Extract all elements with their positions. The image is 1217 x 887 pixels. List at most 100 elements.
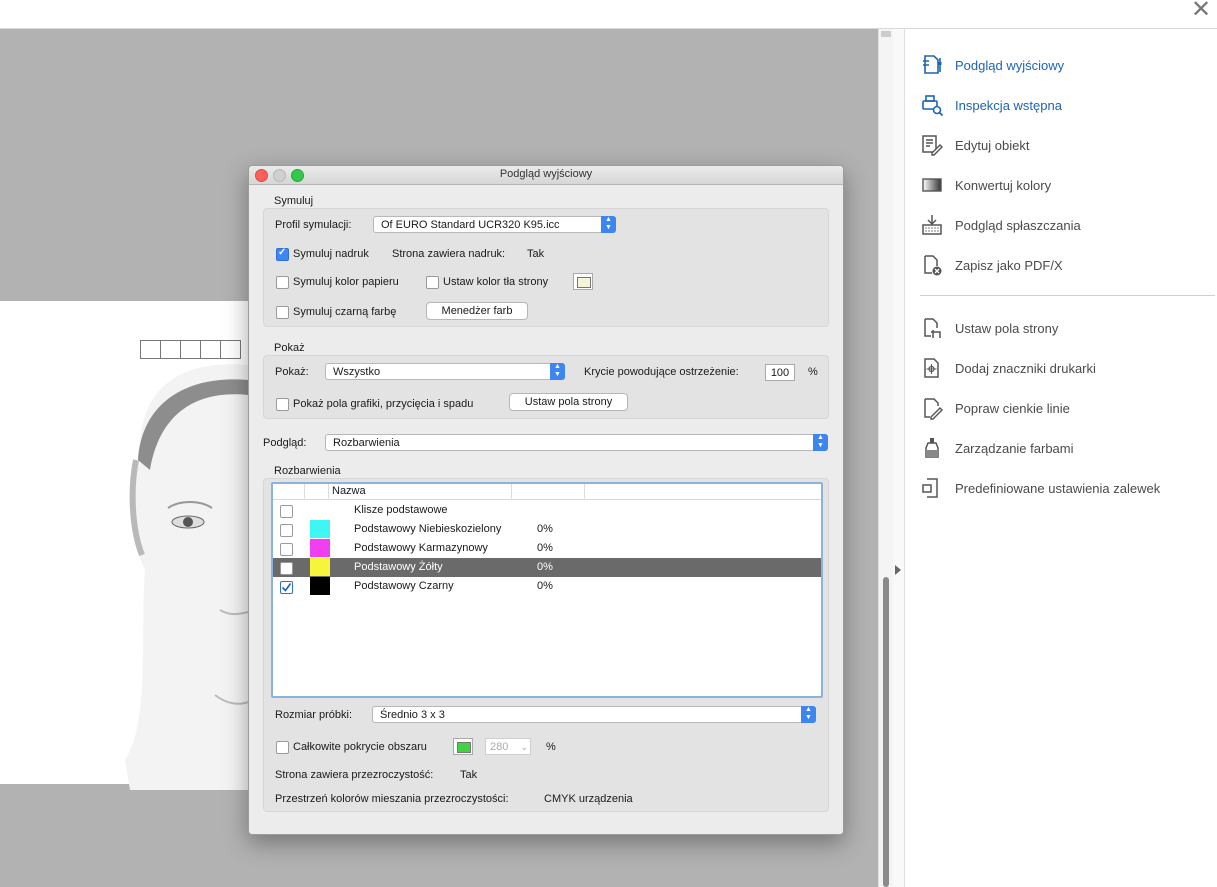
coverage-warning-input[interactable]: 100	[765, 364, 795, 381]
tool-convert-colors[interactable]: Konwertuj kolory	[920, 171, 1051, 199]
output-preview-dialog: Podgląd wyjściowy Symuluj Profil symulac…	[248, 165, 844, 835]
separation-checkbox[interactable]	[280, 524, 293, 537]
tool-label: Zapisz jako PDF/X	[955, 257, 1063, 273]
set-page-boxes-icon	[920, 316, 944, 340]
profile-value: Of EURO Standard UCR320 K95.icc	[381, 219, 560, 231]
separation-name: Podstawowy Niebieskozielony	[354, 523, 502, 535]
separation-row[interactable]: Podstawowy Niebieskozielony 0%	[273, 520, 821, 539]
tool-ink-manager[interactable]: Zarządzanie farbami	[920, 434, 1074, 462]
column-name[interactable]: Nazwa	[332, 485, 366, 497]
window-top-bar	[0, 0, 1217, 29]
tool-fix-hairlines[interactable]: Popraw cienkie linie	[920, 394, 1070, 422]
separation-row[interactable]: Podstawowy Karmazynowy 0%	[273, 539, 821, 558]
scrollbar-thumb[interactable]	[883, 577, 889, 887]
blend-space-label: Przestrzeń kolorów mieszania przezroczys…	[275, 793, 509, 805]
total-area-coverage-checkbox[interactable]	[276, 741, 289, 754]
coverage-color-well[interactable]	[453, 738, 473, 755]
separation-checkbox[interactable]	[280, 581, 293, 594]
total-area-coverage-combo[interactable]: 280 ⌄	[485, 738, 531, 755]
tool-output-preview[interactable]: Podgląd wyjściowy	[920, 51, 1064, 79]
preflight-icon	[920, 93, 944, 117]
minimize-window-button[interactable]	[273, 169, 286, 182]
tool-flattener-preview[interactable]: Podgląd spłaszczania	[920, 211, 1081, 239]
sample-size-select[interactable]: Średnio 3 x 3 ▲ ▼	[372, 706, 816, 723]
tool-label: Popraw cienkie linie	[955, 400, 1070, 416]
coverage-unit: %	[808, 366, 818, 378]
zoom-window-button[interactable]	[291, 169, 304, 182]
separation-checkbox[interactable]	[280, 505, 293, 518]
checkmark-icon	[281, 583, 292, 592]
separation-name: Podstawowy Czarny	[354, 580, 454, 592]
total-area-coverage-value: 280	[490, 741, 509, 753]
set-page-boxes-button[interactable]: Ustaw pola strony	[509, 393, 628, 411]
collapse-arrow-icon[interactable]	[895, 565, 901, 575]
output-preview-icon	[920, 53, 944, 77]
separation-checkbox[interactable]	[280, 562, 293, 575]
printer-marks-icon	[920, 356, 944, 380]
fix-hairlines-icon	[920, 396, 944, 420]
chevron-updown-icon: ▲ ▼	[601, 216, 616, 233]
preview-select[interactable]: Rozbarwienia ▲ ▼	[325, 434, 828, 451]
tool-label: Podgląd wyjściowy	[955, 57, 1065, 73]
page-bg-color-well[interactable]	[573, 273, 593, 290]
show-boxes-label: Pokaż pola grafiki, przycięcia i spadu	[293, 398, 474, 410]
total-area-coverage-unit: %	[546, 741, 556, 753]
profile-label: Profil symulacji:	[275, 219, 352, 231]
show-group-label: Pokaż	[274, 342, 305, 354]
convert-colors-icon	[920, 173, 944, 197]
simulate-paper-color-label: Symuluj kolor papieru	[293, 276, 399, 288]
ink-manager-button[interactable]: Menedżer farb	[426, 302, 528, 320]
page-has-overprint-label: Strona zawiera nadruk:	[392, 248, 506, 260]
color-swatch	[310, 539, 330, 557]
tool-label: Inspekcja wstępna	[955, 97, 1062, 113]
separation-checkbox[interactable]	[280, 543, 293, 556]
close-icon[interactable]: ✕	[1186, 0, 1216, 28]
dialog-title: Podgląd wyjściowy	[499, 168, 593, 180]
page-has-overprint-value: Tak	[527, 248, 545, 260]
trap-presets-icon	[920, 476, 944, 500]
separation-row[interactable]: Podstawowy Żółty 0%	[273, 558, 821, 577]
separation-percent: 0%	[537, 561, 553, 573]
set-page-bg-checkbox[interactable]	[426, 276, 439, 289]
tool-set-page-boxes[interactable]: Ustaw pola strony	[920, 314, 1058, 342]
ink-manager-icon	[920, 436, 944, 460]
color-swatch	[310, 558, 330, 576]
sample-size-label: Rozmiar próbki:	[275, 709, 353, 721]
simulate-paper-color-checkbox[interactable]	[276, 276, 289, 289]
separation-row[interactable]: Podstawowy Czarny 0%	[273, 577, 821, 596]
vertical-scrollbar[interactable]	[878, 29, 893, 887]
preview-label: Podgląd:	[263, 437, 307, 449]
tool-preflight[interactable]: Inspekcja wstępna	[920, 91, 1062, 119]
close-window-button[interactable]	[255, 169, 268, 182]
tool-printer-marks[interactable]: Dodaj znaczniki drukarki	[920, 354, 1096, 382]
separation-row[interactable]: Klisze podstawowe	[273, 501, 821, 520]
simulate-black-ink-label: Symuluj czarną farbę	[293, 306, 397, 318]
tool-label: Ustaw pola strony	[955, 320, 1059, 336]
tool-trap-presets[interactable]: Predefiniowane ustawienia zalewek	[920, 474, 1160, 502]
tool-label: Dodaj znaczniki drukarki	[955, 360, 1096, 376]
separations-list[interactable]: Nazwa Klisze podstawowe Podstawowy Niebi…	[271, 482, 823, 698]
panel-splitter[interactable]	[893, 29, 905, 887]
show-boxes-checkbox[interactable]	[276, 398, 289, 411]
simulate-group-label: Symuluj	[274, 195, 314, 207]
tool-save-pdfx[interactable]: Zapisz jako PDF/X	[920, 251, 1063, 279]
save-pdfx-icon	[920, 253, 944, 277]
chevron-updown-icon: ▲ ▼	[550, 363, 565, 380]
set-page-bg-label: Ustaw kolor tła strony	[443, 276, 549, 288]
simulate-overprint-label: Symuluj nadruk	[293, 248, 369, 260]
show-select[interactable]: Wszystko ▲ ▼	[325, 363, 565, 380]
tool-edit-object[interactable]: Edytuj obiekt	[920, 131, 1029, 159]
coverage-warning-label: Krycie powodujące ostrzeżenie:	[584, 366, 739, 378]
separation-percent: 0%	[537, 580, 553, 592]
tool-label: Edytuj obiekt	[955, 137, 1030, 153]
simulate-overprint-checkbox[interactable]	[276, 247, 289, 261]
simulate-black-ink-checkbox[interactable]	[276, 306, 289, 319]
edit-object-icon	[920, 133, 944, 157]
preview-value: Rozbarwienia	[333, 437, 400, 449]
simulation-profile-select[interactable]: Of EURO Standard UCR320 K95.icc ▲ ▼	[373, 216, 616, 233]
tool-label: Predefiniowane ustawienia zalewek	[955, 480, 1161, 496]
dialog-titlebar[interactable]: Podgląd wyjściowy	[249, 166, 843, 185]
chevron-updown-icon: ▲ ▼	[813, 434, 828, 451]
color-swatch	[310, 520, 330, 538]
chevron-updown-icon: ▲ ▼	[801, 706, 816, 723]
